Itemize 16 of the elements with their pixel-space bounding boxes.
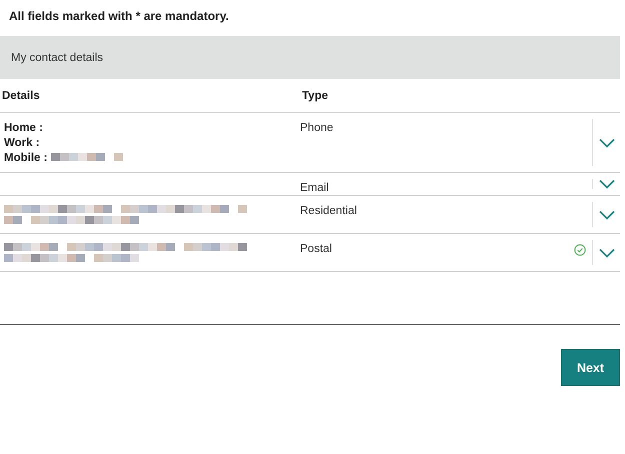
field-label: Home : [4,122,43,134]
contact-type: Postal [300,243,332,255]
contact-type: Email [300,182,329,194]
chevron-down-icon[interactable] [598,248,614,258]
contact-type: Residential [300,205,357,217]
chevron-down-icon[interactable] [598,179,614,189]
chevron-down-icon[interactable] [598,210,614,220]
next-button[interactable]: Next [561,349,620,386]
column-header: Details [2,90,41,102]
field-label: Mobile : [4,152,48,164]
chevron-down-icon[interactable] [598,138,614,148]
section-header: My contact details [0,36,620,79]
field-label: Work : [4,137,40,149]
mandatory-notice: All fields marked with * are mandatory. [9,9,229,23]
contact-type: Phone [300,122,334,134]
column-header: Type [302,90,329,102]
